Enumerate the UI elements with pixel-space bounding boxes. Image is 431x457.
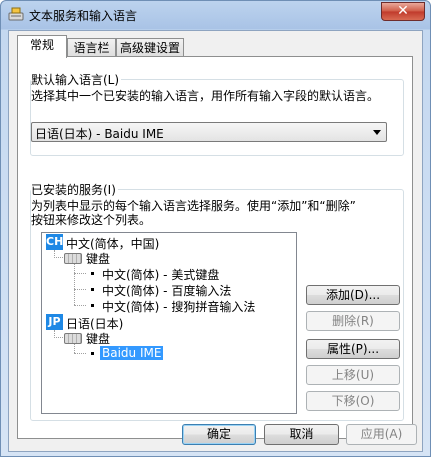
installed-services-description-line2: 按钮来修改这个列表。 <box>31 213 152 227</box>
bullet-icon <box>91 288 94 291</box>
bullet-icon <box>91 272 94 275</box>
keyboard-icon <box>64 253 82 264</box>
title-bar[interactable]: 文本服务和输入语言 ✕ <box>1 1 430 29</box>
installed-services-group: 已安装的服务(I) 为列表中显示的每个输入语言选择服务。使用“添加”和“删除” … <box>30 181 404 421</box>
default-language-group: 默认输入语言(L) 选择其中一个已安装的输入语言，用作所有输入字段的默认语言。 … <box>30 71 404 156</box>
keyboard-icon <box>64 333 82 344</box>
tab-general[interactable]: 常规 <box>17 35 67 58</box>
dialog-window: 文本服务和输入语言 ✕ 常规 语言栏 高级键设置 默认输入语言(L) 选择其中一… <box>0 0 431 457</box>
tree-connector <box>74 263 75 305</box>
keyboard-app-icon <box>8 7 24 21</box>
installed-services-group-title: 已安装的服务(I) <box>31 181 118 198</box>
tab-advanced-key-settings[interactable]: 高级键设置 <box>116 38 184 58</box>
tree-item-baidu-chinese[interactable]: 中文(简体) - 百度输入法 <box>102 282 231 299</box>
tree-language-chinese[interactable]: 中文(简体，中国) <box>66 235 159 252</box>
default-language-dropdown[interactable]: 日语(日本) - Baidu IME <box>31 122 387 142</box>
installed-services-tree[interactable]: CH 中文(简体，中国) 键盘 中文(简体) - 美式键盘 中文(简体) - 百… <box>41 232 297 414</box>
tab-language-bar[interactable]: 语言栏 <box>67 38 116 58</box>
apply-button[interactable]: 应用(A) <box>346 424 417 445</box>
language-badge-ch: CH <box>46 234 64 250</box>
tree-connector <box>74 343 75 353</box>
tree-category-keyboard-japanese[interactable]: 键盘 <box>86 330 110 347</box>
tree-item-us-keyboard[interactable]: 中文(简体) - 美式键盘 <box>102 266 219 283</box>
tree-item-sogou-pinyin[interactable]: 中文(简体) - 搜狗拼音输入法 <box>102 298 255 315</box>
remove-button[interactable]: 删除(R) <box>306 311 400 331</box>
tab-language-bar-label: 语言栏 <box>73 41 110 55</box>
close-icon: ✕ <box>397 3 409 19</box>
tab-general-label: 常规 <box>29 38 54 52</box>
move-down-button[interactable]: 下移(O) <box>306 391 400 411</box>
tree-connector <box>74 305 86 306</box>
tab-panel-general: 默认输入语言(L) 选择其中一个已安装的输入语言，用作所有输入字段的默认语言。 … <box>17 56 413 439</box>
window-title: 文本服务和输入语言 <box>29 9 138 23</box>
properties-button[interactable]: 属性(P)... <box>306 339 400 359</box>
tree-category-keyboard-chinese[interactable]: 键盘 <box>86 250 110 267</box>
tree-item-baidu-ime[interactable]: Baidu IME <box>100 346 164 360</box>
default-language-value: 日语(日本) - Baidu IME <box>35 127 164 141</box>
tree-connector <box>74 353 86 354</box>
language-badge-jp: JP <box>46 314 63 330</box>
dialog-client-area: 常规 语言栏 高级键设置 默认输入语言(L) 选择其中一个已安装的输入语言，用作… <box>8 30 423 452</box>
add-button[interactable]: 添加(D)... <box>306 285 400 305</box>
tab-advanced-key-settings-label: 高级键设置 <box>119 41 180 55</box>
bullet-icon <box>91 304 94 307</box>
ok-button[interactable]: 确定 <box>182 424 256 445</box>
cancel-button[interactable]: 取消 <box>264 424 339 445</box>
bullet-icon <box>91 352 94 355</box>
default-language-group-title: 默认输入语言(L) <box>31 71 122 88</box>
tree-connector <box>74 289 86 290</box>
move-up-button[interactable]: 上移(U) <box>306 365 400 385</box>
chevron-down-icon <box>373 130 381 135</box>
default-language-description: 选择其中一个已安装的输入语言，用作所有输入字段的默认语言。 <box>31 89 380 103</box>
tree-connector <box>74 273 86 274</box>
close-button[interactable]: ✕ <box>381 2 425 21</box>
